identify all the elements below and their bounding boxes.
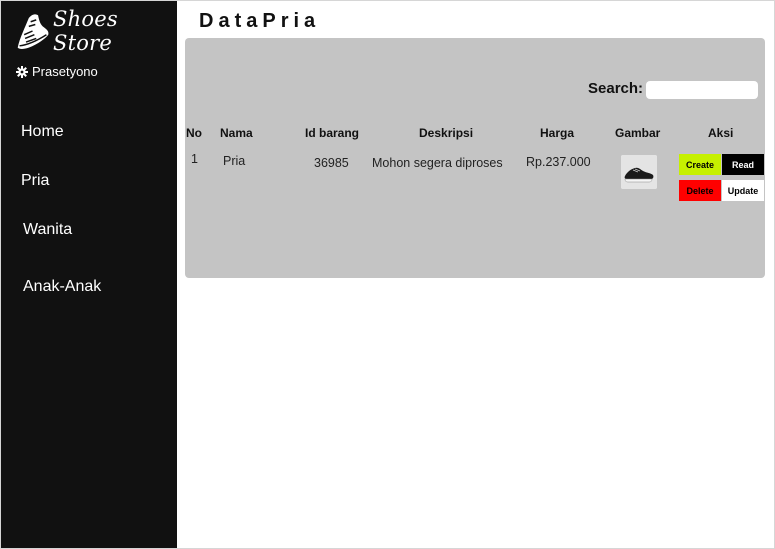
header-aksi: Aksi [708,126,734,140]
cell-id-barang: 36985 [314,156,349,170]
brand-name: Shoes Store [53,7,118,55]
nav-wanita[interactable]: Wanita [23,221,72,239]
search-label: Search: [588,80,644,97]
shoe-image [621,155,657,189]
user-info: Prasetyono [16,64,98,79]
gear-icon [16,65,28,78]
nav-anak-anak[interactable]: Anak-Anak [23,278,101,296]
delete-button[interactable]: Delete [679,180,721,201]
nav-pria[interactable]: Pria [21,172,49,190]
header-no: No [186,126,202,140]
brand[interactable]: Shoes Store [14,7,174,55]
header-harga: Harga [540,126,575,140]
sidebar: Shoes Store Prasetyono Home Pria Wanita … [1,1,177,548]
update-button[interactable]: Update [722,180,764,201]
running-shoe-logo-icon [17,14,49,50]
cell-harga: Rp.237.000 [526,155,591,169]
page-title: DataPria [199,10,321,32]
data-panel: Search: No Nama Id barang Deskripsi Harg… [185,38,765,278]
search-input[interactable] [646,81,758,99]
header-gambar: Gambar [615,126,661,140]
header-nama: Nama [220,126,253,140]
cell-no: 1 [191,152,198,166]
nav-home[interactable]: Home [21,123,64,141]
header-id-barang: Id barang [305,126,360,140]
cell-deskripsi: Mohon segera diproses [372,156,503,170]
read-button[interactable]: Read [722,154,764,175]
create-button[interactable]: Create [679,154,721,175]
header-deskripsi: Deskripsi [419,126,474,140]
cell-nama: Pria [223,154,246,168]
user-name: Prasetyono [32,64,98,79]
